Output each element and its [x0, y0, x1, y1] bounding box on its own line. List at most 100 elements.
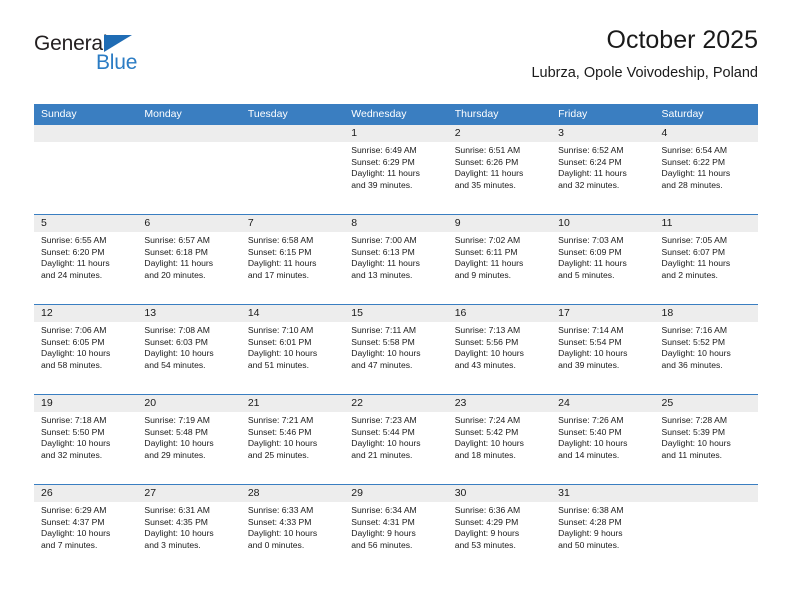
daylight-text-line1: Daylight: 9 hours	[351, 528, 416, 539]
sunrise-text: Sunrise: 7:03 AM	[558, 235, 624, 245]
sunset-text: Sunset: 6:07 PM	[661, 246, 726, 257]
sunrise-text: Sunrise: 7:00 AM	[351, 235, 417, 245]
sunset-text: Sunset: 4:35 PM	[144, 516, 208, 527]
sunrise-text: Sunrise: 6:58 AM	[247, 235, 314, 245]
daylight-text-line2: and 28 minutes.	[661, 179, 723, 190]
sunset-text: Sunset: 4:37 PM	[41, 516, 105, 527]
day-cell[interactable]: 28 Sunrise: 6:33 AM Sunset: 4:33 PM Dayl…	[240, 485, 345, 574]
day-info: Sunrise: 7:13 AM Sunset: 5:56 PM Dayligh…	[448, 322, 551, 371]
day-info: Sunrise: 6:57 AM Sunset: 6:18 PM Dayligh…	[137, 232, 240, 281]
day-cell[interactable]: 2 Sunrise: 6:51 AM Sunset: 6:26 PM Dayli…	[447, 125, 552, 214]
day-cell[interactable]	[240, 125, 345, 214]
day-number: 16	[447, 305, 552, 322]
day-cell[interactable]: 13 Sunrise: 7:08 AM Sunset: 6:03 PM Dayl…	[137, 305, 241, 394]
day-cell[interactable]: 22 Sunrise: 7:23 AM Sunset: 5:44 PM Dayl…	[344, 395, 448, 484]
day-cell[interactable]: 1 Sunrise: 6:49 AM Sunset: 6:29 PM Dayli…	[344, 125, 448, 214]
daylight-text-line2: and 51 minutes.	[247, 359, 309, 370]
day-info: Sunrise: 6:52 AM Sunset: 6:24 PM Dayligh…	[551, 142, 654, 191]
day-cell[interactable]: 18 Sunrise: 7:16 AM Sunset: 5:52 PM Dayl…	[654, 305, 758, 394]
weekday-header-friday: Friday	[558, 108, 588, 120]
weekday-header-thursday: Thursday	[454, 108, 499, 120]
daylight-text-line2: and 35 minutes.	[454, 179, 516, 190]
daylight-text-line2: and 39 minutes.	[351, 179, 413, 190]
sunset-text: Sunset: 6:29 PM	[351, 156, 415, 167]
day-number: 4	[654, 125, 758, 142]
day-number: 9	[447, 215, 552, 232]
week-row: 1 Sunrise: 6:49 AM Sunset: 6:29 PM Dayli…	[34, 125, 758, 214]
daylight-text-line1: Daylight: 11 hours	[351, 258, 420, 269]
daylight-text-line1: Daylight: 11 hours	[41, 258, 110, 269]
day-cell[interactable]	[137, 125, 241, 214]
week-row: 5 Sunrise: 6:55 AM Sunset: 6:20 PM Dayli…	[34, 214, 758, 304]
daylight-text-line1: Daylight: 10 hours	[144, 438, 214, 449]
sunrise-text: Sunrise: 6:49 AM	[351, 145, 417, 155]
day-cell[interactable]: 10 Sunrise: 7:03 AM Sunset: 6:09 PM Dayl…	[551, 215, 655, 304]
week-row: 19 Sunrise: 7:18 AM Sunset: 5:50 PM Dayl…	[34, 394, 758, 484]
day-cell[interactable]: 26 Sunrise: 6:29 AM Sunset: 4:37 PM Dayl…	[34, 485, 138, 574]
day-cell[interactable]: 30 Sunrise: 6:36 AM Sunset: 4:29 PM Dayl…	[447, 485, 552, 574]
sunrise-text: Sunrise: 6:55 AM	[41, 235, 107, 245]
page-header: General Blue October 2025 Lubrza, Opole …	[34, 24, 758, 96]
weekday-header-tuesday: Tuesday	[247, 108, 288, 120]
day-cell[interactable]: 15 Sunrise: 7:11 AM Sunset: 5:58 PM Dayl…	[344, 305, 448, 394]
weekday-header-monday: Monday	[144, 108, 182, 120]
day-cell[interactable]: 19 Sunrise: 7:18 AM Sunset: 5:50 PM Dayl…	[34, 395, 138, 484]
day-number: 8	[344, 215, 448, 232]
generalblue-logo[interactable]: General Blue	[34, 32, 184, 82]
sunset-text: Sunset: 5:50 PM	[41, 426, 105, 437]
day-cell[interactable]: 5 Sunrise: 6:55 AM Sunset: 6:20 PM Dayli…	[34, 215, 138, 304]
daylight-text-line2: and 53 minutes.	[454, 539, 516, 550]
day-info	[655, 502, 758, 505]
day-cell[interactable]	[34, 125, 138, 214]
sunrise-text: Sunrise: 6:54 AM	[661, 145, 727, 155]
sunset-text: Sunset: 5:39 PM	[661, 426, 726, 437]
day-cell[interactable]: 14 Sunrise: 7:10 AM Sunset: 6:01 PM Dayl…	[240, 305, 345, 394]
day-cell[interactable]: 17 Sunrise: 7:14 AM Sunset: 5:54 PM Dayl…	[551, 305, 655, 394]
day-cell[interactable]: 21 Sunrise: 7:21 AM Sunset: 5:46 PM Dayl…	[240, 395, 345, 484]
day-number: 20	[137, 395, 241, 412]
day-number: 21	[240, 395, 345, 412]
day-info: Sunrise: 7:19 AM Sunset: 5:48 PM Dayligh…	[137, 412, 240, 461]
day-cell[interactable]: 9 Sunrise: 7:02 AM Sunset: 6:11 PM Dayli…	[447, 215, 552, 304]
day-number: 3	[551, 125, 655, 142]
day-number: 13	[137, 305, 241, 322]
day-cell[interactable]: 3 Sunrise: 6:52 AM Sunset: 6:24 PM Dayli…	[551, 125, 655, 214]
sunrise-text: Sunrise: 7:18 AM	[41, 415, 107, 425]
daylight-text-line2: and 2 minutes.	[661, 269, 718, 280]
title-block: October 2025 Lubrza, Opole Voivodeship, …	[531, 24, 758, 84]
day-info	[241, 142, 344, 145]
daylight-text-line2: and 11 minutes.	[661, 449, 723, 460]
day-number: 28	[240, 485, 345, 502]
day-cell[interactable]: 27 Sunrise: 6:31 AM Sunset: 4:35 PM Dayl…	[137, 485, 241, 574]
daylight-text-line2: and 0 minutes.	[247, 539, 305, 550]
daylight-text-line2: and 21 minutes.	[351, 449, 413, 460]
day-cell[interactable]: 25 Sunrise: 7:28 AM Sunset: 5:39 PM Dayl…	[654, 395, 758, 484]
daylight-text-line2: and 17 minutes.	[247, 269, 309, 280]
day-cell[interactable]: 31 Sunrise: 6:38 AM Sunset: 4:28 PM Dayl…	[551, 485, 655, 574]
daylight-text-line2: and 20 minutes.	[144, 269, 206, 280]
day-cell[interactable]: 16 Sunrise: 7:13 AM Sunset: 5:56 PM Dayl…	[447, 305, 552, 394]
day-cell[interactable]: 7 Sunrise: 6:58 AM Sunset: 6:15 PM Dayli…	[240, 215, 345, 304]
day-number: 19	[34, 395, 138, 412]
day-number: 26	[34, 485, 138, 502]
day-cell[interactable]: 23 Sunrise: 7:24 AM Sunset: 5:42 PM Dayl…	[447, 395, 552, 484]
weekday-header-row: Sunday Monday Tuesday Wednesday Thursday…	[34, 104, 758, 125]
day-cell[interactable]: 20 Sunrise: 7:19 AM Sunset: 5:48 PM Dayl…	[137, 395, 241, 484]
day-cell[interactable]: 6 Sunrise: 6:57 AM Sunset: 6:18 PM Dayli…	[137, 215, 241, 304]
daylight-text-line2: and 24 minutes.	[41, 269, 103, 280]
daylight-text-line1: Daylight: 11 hours	[661, 258, 731, 269]
day-cell[interactable]: 11 Sunrise: 7:05 AM Sunset: 6:07 PM Dayl…	[654, 215, 758, 304]
sunrise-text: Sunrise: 7:06 AM	[41, 325, 107, 335]
sunset-text: Sunset: 6:24 PM	[558, 156, 622, 167]
sunrise-text: Sunrise: 6:52 AM	[558, 145, 624, 155]
day-cell[interactable]: 4 Sunrise: 6:54 AM Sunset: 6:22 PM Dayli…	[654, 125, 758, 214]
day-number: 14	[240, 305, 345, 322]
day-cell[interactable]: 12 Sunrise: 7:06 AM Sunset: 6:05 PM Dayl…	[34, 305, 138, 394]
day-number: 11	[654, 215, 758, 232]
daylight-text-line1: Daylight: 10 hours	[247, 348, 318, 359]
day-cell[interactable]: 24 Sunrise: 7:26 AM Sunset: 5:40 PM Dayl…	[551, 395, 655, 484]
day-cell[interactable]: 8 Sunrise: 7:00 AM Sunset: 6:13 PM Dayli…	[344, 215, 448, 304]
day-cell[interactable]: 29 Sunrise: 6:34 AM Sunset: 4:31 PM Dayl…	[344, 485, 448, 574]
day-cell[interactable]	[654, 485, 758, 574]
daylight-text-line1: Daylight: 10 hours	[454, 348, 524, 359]
